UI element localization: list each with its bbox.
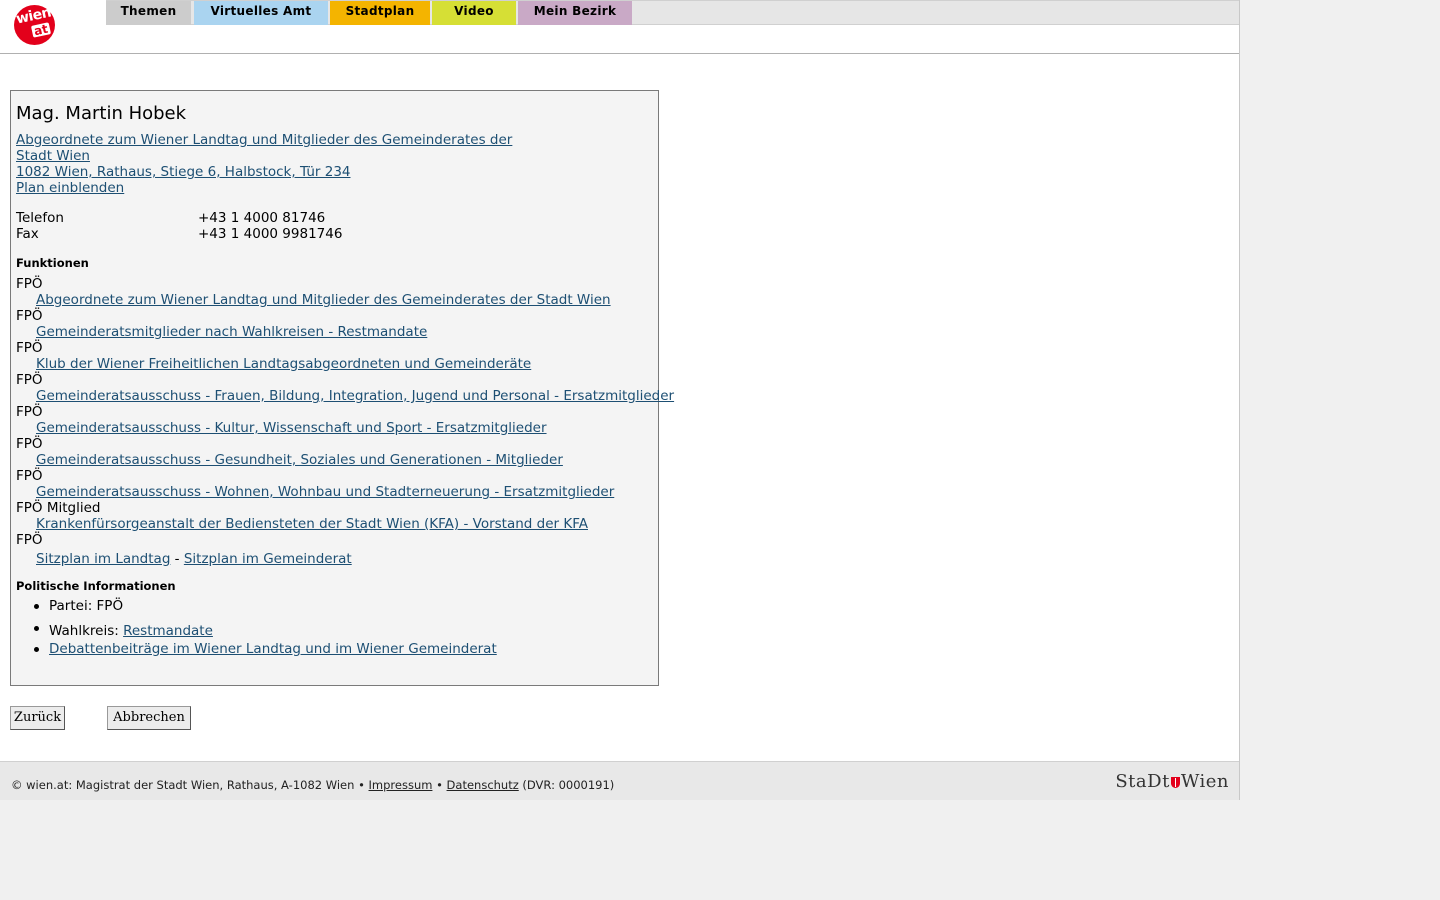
tab-mein-bezirk[interactable]: Mein Bezirk bbox=[518, 1, 632, 25]
impressum-link[interactable]: Impressum bbox=[369, 778, 433, 792]
show-map-link[interactable]: Plan einblenden bbox=[16, 180, 124, 196]
function-party: FPÖ bbox=[16, 340, 43, 356]
function-link[interactable]: Abgeordnete zum Wiener Landtag und Mitgl… bbox=[36, 292, 611, 308]
contact-card: Mag. Martin Hobek Abgeordnete zum Wiener… bbox=[10, 90, 674, 686]
person-name: Mag. Martin Hobek bbox=[16, 103, 187, 124]
footer-bullet: • bbox=[436, 778, 443, 792]
tab-label: Video bbox=[454, 4, 494, 18]
function-link[interactable]: Gemeinderatsausschuss - Gesundheit, Sozi… bbox=[36, 452, 563, 468]
function-party: FPÖ bbox=[16, 468, 43, 484]
footer-copyright: © wien.at: Magistrat der Stadt Wien, Rat… bbox=[11, 778, 365, 792]
function-party: FPÖ bbox=[16, 532, 43, 548]
function-link[interactable]: Krankenfürsorgeanstalt der Bediensteten … bbox=[36, 516, 588, 532]
functions-heading: Funktionen bbox=[16, 256, 89, 270]
district-info: Wahlkreis: Restmandate bbox=[49, 620, 213, 639]
function-link[interactable]: Gemeinderatsausschuss - Kultur, Wissensc… bbox=[36, 420, 547, 436]
back-button[interactable]: Zurück bbox=[10, 706, 65, 730]
tab-stadtplan[interactable]: Stadtplan bbox=[330, 1, 430, 25]
function-party: FPÖ bbox=[16, 308, 43, 324]
function-link[interactable]: Gemeinderatsausschuss - Wohnen, Wohnbau … bbox=[36, 484, 614, 500]
datenschutz-link[interactable]: Datenschutz bbox=[447, 778, 519, 792]
stadt-wien-logo[interactable]: StaDt Wien bbox=[1115, 771, 1229, 792]
function-party: FPÖ bbox=[16, 372, 43, 388]
seat-plan-gemeinderat-link[interactable]: Sitzplan im Gemeinderat bbox=[184, 551, 352, 567]
debates-link[interactable]: Debattenbeiträge im Wiener Landtag und i… bbox=[49, 641, 497, 657]
page: wien at Themen Virtuelles Amt Stadtplan … bbox=[0, 0, 1240, 800]
function-link[interactable]: Klub der Wiener Freiheitlichen Landtagsa… bbox=[36, 356, 531, 372]
function-party: FPÖ bbox=[16, 436, 43, 452]
list-bullet bbox=[34, 626, 39, 631]
footer: © wien.at: Magistrat der Stadt Wien, Rat… bbox=[0, 761, 1239, 800]
brand-stadt: StaDt bbox=[1115, 771, 1170, 792]
organization-link-line1[interactable]: Abgeordnete zum Wiener Landtag und Mitgl… bbox=[16, 132, 512, 148]
brand-wien: Wien bbox=[1180, 771, 1229, 792]
footer-dvr: (DVR: 0000191) bbox=[522, 778, 615, 792]
organization-link-line2[interactable]: Stadt Wien bbox=[16, 148, 90, 164]
footer-text: © wien.at: Magistrat der Stadt Wien, Rat… bbox=[11, 778, 614, 792]
vienna-shield-icon bbox=[1170, 777, 1180, 788]
seat-plan-landtag-link[interactable]: Sitzplan im Landtag bbox=[36, 551, 170, 567]
seat-plan-separator: - bbox=[170, 551, 184, 567]
fax-value: +43 1 4000 9981746 bbox=[198, 226, 343, 242]
district-link[interactable]: Restmandate bbox=[123, 623, 213, 639]
party-info: Partei: FPÖ bbox=[49, 598, 124, 614]
tab-virtuelles-amt[interactable]: Virtuelles Amt bbox=[194, 1, 328, 25]
wien-at-logo[interactable]: wien at bbox=[14, 5, 55, 45]
tab-label: Themen bbox=[120, 4, 177, 18]
seat-plan-links: Sitzplan im Landtag - Sitzplan im Gemein… bbox=[36, 548, 352, 567]
fax-label: Fax bbox=[16, 226, 39, 242]
tab-label: Stadtplan bbox=[345, 4, 415, 18]
tab-label: Virtuelles Amt bbox=[210, 4, 312, 18]
function-link[interactable]: Gemeinderatsausschuss - Frauen, Bildung,… bbox=[36, 388, 674, 404]
list-bullet bbox=[34, 647, 39, 652]
function-link[interactable]: Gemeinderatsmitglieder nach Wahlkreisen … bbox=[36, 324, 427, 340]
function-party: FPÖ bbox=[16, 404, 43, 420]
phone-label: Telefon bbox=[16, 210, 64, 226]
logo-text-at: at bbox=[30, 21, 51, 39]
function-party: FPÖ bbox=[16, 276, 43, 292]
cancel-button[interactable]: Abbrechen bbox=[107, 706, 191, 730]
tab-label: Mein Bezirk bbox=[533, 4, 617, 18]
tab-themen[interactable]: Themen bbox=[106, 1, 191, 25]
header-divider bbox=[0, 53, 1239, 54]
function-party: FPÖ Mitglied bbox=[16, 500, 101, 516]
list-bullet bbox=[34, 604, 39, 609]
district-label: Wahlkreis: bbox=[49, 623, 124, 639]
address-link[interactable]: 1082 Wien, Rathaus, Stiege 6, Halbstock,… bbox=[16, 164, 351, 180]
tab-video[interactable]: Video bbox=[432, 1, 516, 25]
political-info-heading: Politische Informationen bbox=[16, 579, 176, 593]
phone-value: +43 1 4000 81746 bbox=[198, 210, 326, 226]
